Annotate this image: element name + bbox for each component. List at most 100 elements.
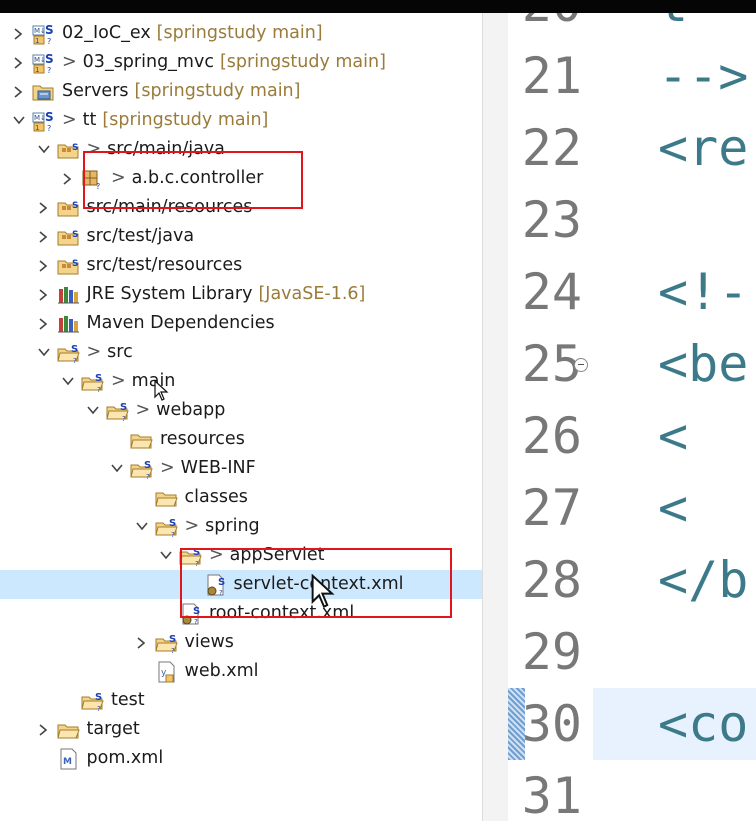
chevron-down-icon[interactable] — [12, 106, 26, 135]
tree-item[interactable]: S ? > src — [0, 338, 482, 367]
chevron-right-icon[interactable] — [37, 193, 51, 222]
tree-item[interactable]: S ? > appServlet — [0, 541, 482, 570]
chevron-right-icon[interactable] — [12, 77, 26, 106]
tree-item-label: src/test/resources — [87, 251, 243, 280]
chevron-right-icon[interactable] — [37, 309, 51, 338]
tree-item[interactable]: S > src/main/java — [0, 135, 482, 164]
chevron-right-icon[interactable] — [12, 48, 26, 77]
maven-project-icon: M↓ 1 S ? — [32, 106, 56, 135]
chevron-down-icon[interactable] — [61, 367, 75, 396]
code-line[interactable]: 27 < i — [508, 472, 756, 544]
tree-item-label: web.xml — [185, 657, 259, 686]
tree-item[interactable]: classes — [0, 483, 482, 512]
tree-item[interactable]: S ? test — [0, 686, 482, 715]
tree-item[interactable]: S ? > WEB-INF — [0, 454, 482, 483]
branch-decoration: [springstudy main] — [156, 23, 323, 43]
tree-item[interactable]: Ssrc/test/java — [0, 222, 482, 251]
chevron-right-icon[interactable] — [37, 251, 51, 280]
tree-item[interactable]: Ssrc/main/resources — [0, 193, 482, 222]
tree-item-label: src/main/resources — [87, 193, 253, 222]
code-text: < — [658, 479, 689, 537]
code-line[interactable]: 22 <re — [508, 112, 756, 184]
tree-item-text: WEB-INF — [180, 458, 256, 478]
tree-item-text: test — [111, 690, 145, 710]
line-number: 20 — [508, 13, 582, 40]
chevron-down-icon[interactable] — [37, 135, 51, 164]
tree-item-text: Maven Dependencies — [86, 313, 275, 333]
chevron-right-icon[interactable] — [12, 19, 26, 48]
source-folder-icon: S — [57, 251, 81, 280]
code-text: --> — [658, 47, 749, 105]
svg-text:S: S — [193, 547, 200, 558]
chevron-down-icon[interactable] — [86, 396, 100, 425]
tree-item[interactable]: resources — [0, 425, 482, 454]
git-dirty-marker: > — [111, 168, 126, 188]
chevron-down-icon[interactable] — [110, 454, 124, 483]
tree-item[interactable]: Mpom.xml — [0, 744, 482, 773]
tree-item[interactable]: S ? views — [0, 628, 482, 657]
branch-decoration: [JavaSE-1.6] — [258, 284, 366, 304]
tree-item[interactable]: S ? > main — [0, 367, 482, 396]
svg-text:S: S — [193, 606, 200, 617]
tree-item[interactable]: JRE System Library [JavaSE-1.6] — [0, 280, 482, 309]
svg-text:?: ? — [47, 124, 51, 133]
branch-decoration: [springstudy main] — [134, 81, 301, 101]
tree-item[interactable]: target — [0, 715, 482, 744]
chevron-down-icon[interactable] — [159, 541, 173, 570]
svg-text:?: ? — [171, 531, 175, 539]
tree-item[interactable]: Ssrc/test/resources — [0, 251, 482, 280]
tree-item-text: spring — [205, 516, 260, 536]
line-number: 28 — [521, 551, 582, 609]
tree-item[interactable]: ? > a.b.c.controller — [0, 164, 482, 193]
library-icon — [57, 280, 81, 309]
code-line[interactable]: 30 <co — [508, 688, 756, 760]
tree-item-label: > src/main/java — [87, 135, 225, 164]
chevron-right-icon[interactable] — [37, 222, 51, 251]
tree-item[interactable]: S ? root-context.xml — [0, 599, 482, 628]
current-line-marker — [508, 688, 525, 760]
tree-item[interactable]: Maven Dependencies — [0, 309, 482, 338]
svg-text:?: ? — [122, 415, 126, 423]
tree-item[interactable]: S ? > spring — [0, 512, 482, 541]
tree-item[interactable]: M↓ 1 S ? >03_spring_mvc [springstudy main] — [0, 48, 482, 77]
code-line[interactable]: 31 — [508, 760, 756, 821]
code-line[interactable]: 29 — [508, 616, 756, 688]
svg-text:S: S — [144, 460, 151, 471]
chevron-down-icon[interactable] — [135, 512, 149, 541]
folder-icon: S ? — [81, 367, 105, 396]
chevron-down-icon[interactable] — [37, 338, 51, 367]
svg-text:S: S — [45, 52, 54, 66]
code-line[interactable]: 25 <be — [508, 328, 756, 400]
chevron-right-icon[interactable] — [61, 164, 75, 193]
code-line[interactable]: 28 </b — [508, 544, 756, 616]
tree-item[interactable]: M↓ 1 S ? > tt [springstudy main] — [0, 106, 482, 135]
project-explorer-tree[interactable]: M↓ 1 S ? 02_IoC_ex [springstudy main] M↓ 1… — [0, 13, 482, 821]
chevron-right-icon[interactable] — [37, 715, 51, 744]
tree-item[interactable]: S ?servlet-context.xml — [0, 570, 482, 599]
chevron-right-icon[interactable] — [37, 280, 51, 309]
git-dirty-marker: > — [62, 52, 77, 72]
code-editor[interactable]: 20 t 21 --> 22 <re 23 24 <!- 25 <be 26 <… — [508, 13, 756, 821]
tree-item[interactable]: M↓ 1 S ? 02_IoC_ex [springstudy main] — [0, 19, 482, 48]
code-line[interactable]: 20 t — [508, 13, 756, 40]
source-folder-icon: S — [57, 222, 81, 251]
tree-item[interactable]: Servers [springstudy main] — [0, 77, 482, 106]
fold-toggle-icon[interactable] — [574, 358, 588, 372]
code-line[interactable]: 23 — [508, 184, 756, 256]
folder-icon: S ? — [56, 338, 81, 367]
svg-text:?: ? — [47, 37, 51, 46]
code-line[interactable]: 24 <!- — [508, 256, 756, 328]
chevron-right-icon[interactable] — [135, 628, 149, 657]
tree-item-text: JRE System Library — [86, 284, 253, 304]
code-line[interactable]: 26 < i — [508, 400, 756, 472]
tree-item[interactable]: y web.xml — [0, 657, 482, 686]
svg-text:1: 1 — [35, 124, 39, 132]
git-dirty-marker: > — [160, 458, 175, 478]
code-line[interactable]: 21 --> — [508, 40, 756, 112]
branch-decoration: [springstudy main] — [102, 110, 269, 130]
tree-item-text: tt — [82, 110, 97, 130]
pane-divider[interactable] — [482, 13, 509, 821]
line-number: 24 — [521, 263, 582, 321]
tree-item[interactable]: S ? > webapp — [0, 396, 482, 425]
tree-item-text: target — [86, 719, 140, 739]
